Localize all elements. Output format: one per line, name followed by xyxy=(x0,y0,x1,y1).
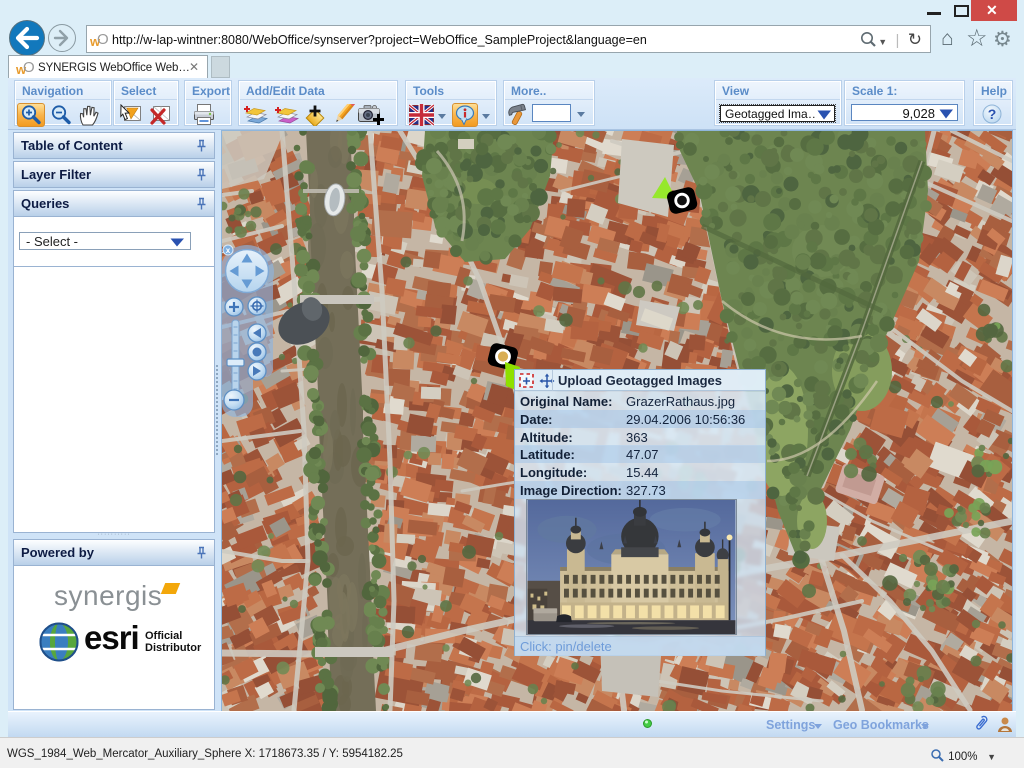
svg-text:?: ? xyxy=(988,106,997,122)
svg-text:x: x xyxy=(226,246,231,255)
